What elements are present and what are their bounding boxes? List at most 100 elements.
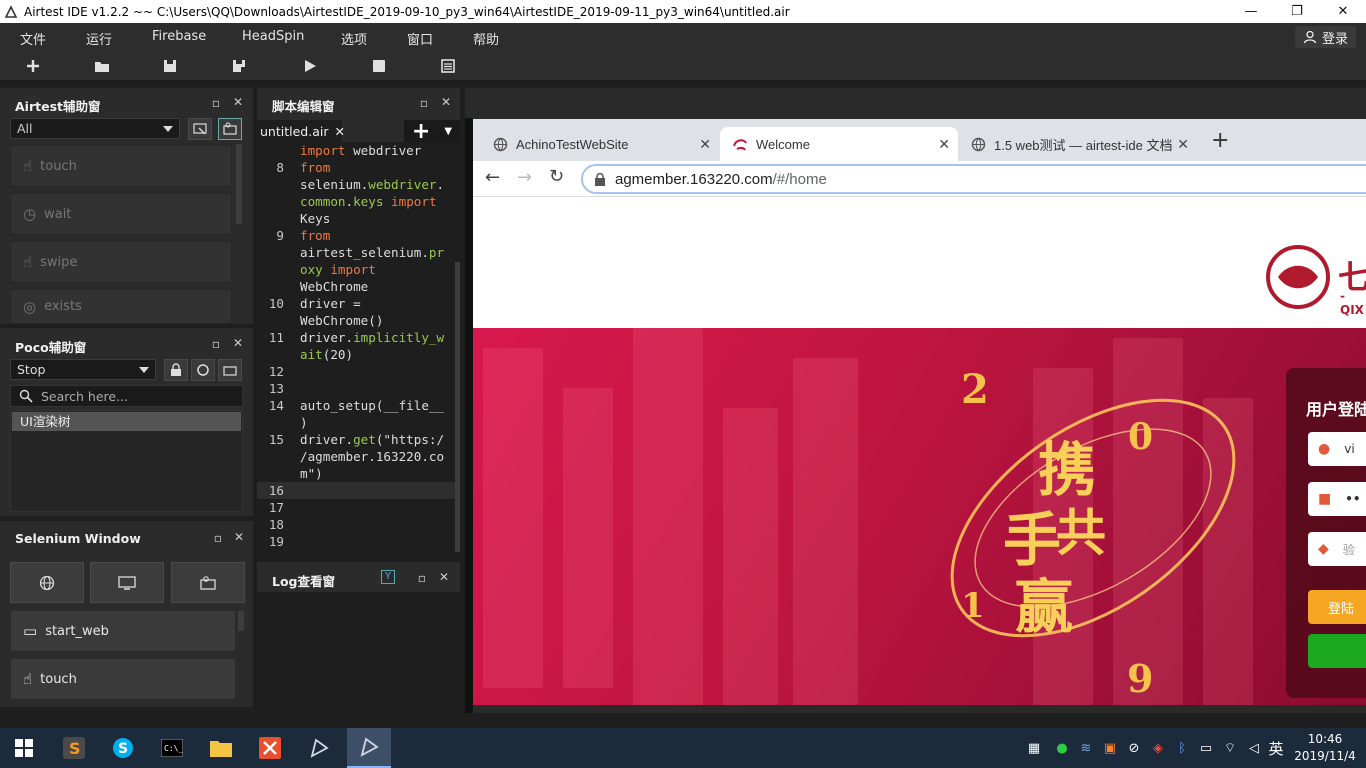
ime-indicator[interactable]: 英 (1268, 740, 1284, 758)
code-line[interactable]: 12 (257, 363, 460, 380)
login-submit-button[interactable]: 登陆 (1308, 590, 1366, 624)
forward-icon[interactable]: → (517, 167, 532, 188)
code-line[interactable]: ait(20) (257, 346, 460, 363)
close-icon[interactable]: ✕ (440, 96, 452, 108)
selenium-touch-button[interactable]: ☝ touch (10, 658, 236, 700)
record-icon[interactable] (171, 562, 245, 603)
airtest-ide-active-icon[interactable] (347, 728, 391, 768)
run-icon[interactable] (300, 56, 320, 76)
lock-icon[interactable] (164, 359, 188, 381)
menu-run[interactable]: 运行 (86, 29, 112, 48)
register-button[interactable] (1308, 634, 1366, 668)
close-icon[interactable]: ✕ (232, 337, 244, 349)
close-icon[interactable]: ✕ (334, 124, 344, 139)
code-line[interactable]: 18 (257, 516, 460, 533)
code-line[interactable]: m") (257, 465, 460, 482)
code-line[interactable]: WebChrome (257, 278, 460, 295)
password-field[interactable]: ■ •• (1308, 482, 1366, 516)
security-check-icon[interactable]: ● (1054, 740, 1070, 756)
url-bar[interactable]: agmember.163220.com/#/home (581, 164, 1366, 194)
code-line[interactable]: 15 driver.get("https:/ (257, 431, 460, 448)
terminal-icon[interactable]: C:\_ (158, 734, 186, 762)
browser-tab-welcome[interactable]: Welcome ✕ (720, 127, 958, 161)
screen-capture-icon[interactable] (90, 562, 164, 603)
app-tray-icon[interactable]: ▣ (1102, 740, 1118, 756)
new-tab-button[interactable]: + (1211, 128, 1229, 153)
float-icon[interactable]: ▫ (210, 97, 222, 109)
open-folder-icon[interactable] (92, 56, 112, 76)
airtest-scrollbar[interactable] (236, 144, 242, 224)
poco-mode-select[interactable]: Stop (10, 359, 156, 380)
menu-headspin[interactable]: HeadSpin (242, 29, 304, 44)
captcha-field[interactable]: ◆ 验 (1308, 532, 1366, 566)
airtest-wait-button[interactable]: ◷ wait (10, 193, 232, 235)
close-icon[interactable]: ✕ (699, 136, 711, 153)
float-icon[interactable]: ▫ (210, 338, 222, 350)
minimize-button[interactable]: — (1228, 0, 1274, 23)
close-icon[interactable]: ✕ (1177, 136, 1189, 153)
windows-start-icon[interactable] (10, 734, 38, 762)
poco-search-field[interactable]: Search here... (10, 385, 243, 407)
volume-muted-icon[interactable]: ◁ (1246, 740, 1262, 756)
browser-tab-docs[interactable]: 1.5 web测试 — airtest-ide 文档 ✕ (961, 127, 1197, 161)
menu-window[interactable]: 窗口 (407, 29, 433, 48)
code-line[interactable]: 9 from (257, 227, 460, 244)
code-line[interactable]: 14 auto_setup(__file__ (257, 397, 460, 414)
code-line[interactable]: 13 (257, 380, 460, 397)
add-script-button[interactable]: + ▼ (404, 119, 460, 144)
file-explorer-icon[interactable] (207, 734, 235, 762)
code-line[interactable]: Keys (257, 210, 460, 227)
code-line[interactable]: 11 driver.implicitly_w (257, 329, 460, 346)
refresh-icon[interactable] (191, 359, 215, 381)
battery-icon[interactable]: ▭ (1198, 740, 1214, 756)
docker-icon[interactable]: ≋ (1078, 740, 1094, 756)
close-window-button[interactable]: ✕ (1320, 0, 1366, 23)
close-icon[interactable]: ✕ (438, 571, 450, 583)
browser-tab-achino[interactable]: AchinoTestWebSite ✕ (483, 127, 719, 161)
reload-icon[interactable]: ↻ (549, 166, 564, 187)
capture-icon[interactable] (188, 118, 212, 140)
menu-help[interactable]: 帮助 (473, 29, 499, 48)
code-line[interactable]: common.keys import (257, 193, 460, 210)
new-icon[interactable] (23, 56, 43, 76)
airtest-filter-select[interactable]: All (10, 118, 180, 139)
code-line[interactable]: /agmember.163220.co (257, 448, 460, 465)
poco-tree-root[interactable]: UI渲染树 (12, 412, 241, 431)
login-button[interactable]: 登录 (1294, 26, 1356, 48)
close-icon[interactable]: ✕ (233, 531, 245, 543)
save-icon[interactable] (160, 56, 180, 76)
code-line[interactable]: ) (257, 414, 460, 431)
stop-icon[interactable] (369, 56, 389, 76)
log-icon[interactable] (438, 56, 458, 76)
close-icon[interactable]: ✕ (938, 136, 950, 153)
float-icon[interactable]: ▫ (418, 97, 430, 109)
record-icon[interactable] (218, 118, 242, 140)
save-as-icon[interactable] (229, 56, 249, 76)
close-icon[interactable]: ✕ (232, 96, 244, 108)
back-icon[interactable]: ← (485, 167, 500, 188)
code-line[interactable]: 16 (257, 482, 460, 499)
record-icon[interactable] (218, 359, 242, 381)
clock[interactable]: 10:46 2019/11/4 (1290, 731, 1360, 765)
airtest-swipe-button[interactable]: ☝ swipe (10, 241, 232, 283)
code-line[interactable]: airtest_selenium.pr (257, 244, 460, 261)
skype-icon[interactable]: S (109, 734, 137, 762)
username-field[interactable]: ● vi (1308, 432, 1366, 466)
code-line[interactable]: WebChrome() (257, 312, 460, 329)
airtest-ide-icon[interactable] (305, 734, 333, 762)
wifi-icon[interactable]: ⌔ (1222, 740, 1238, 756)
menu-file[interactable]: 文件 (20, 29, 46, 48)
file-tab[interactable]: untitled.air ✕ (257, 120, 345, 142)
selenium-scrollbar[interactable] (238, 611, 244, 631)
selenium-start-web-button[interactable]: ▭ start_web (10, 610, 236, 652)
float-icon[interactable]: ▫ (212, 532, 224, 544)
xmind-icon[interactable] (256, 734, 284, 762)
code-line[interactable]: selenium.webdriver. (257, 176, 460, 193)
float-icon[interactable]: ▫ (416, 572, 428, 584)
restore-button[interactable]: ❐ (1274, 0, 1320, 23)
code-line[interactable]: 8 from (257, 159, 460, 176)
menu-options[interactable]: 选项 (341, 29, 367, 48)
globe-icon[interactable] (10, 562, 84, 603)
network-off-icon[interactable]: ⊘ (1126, 740, 1142, 756)
sublime-text-icon[interactable]: S (60, 734, 88, 762)
